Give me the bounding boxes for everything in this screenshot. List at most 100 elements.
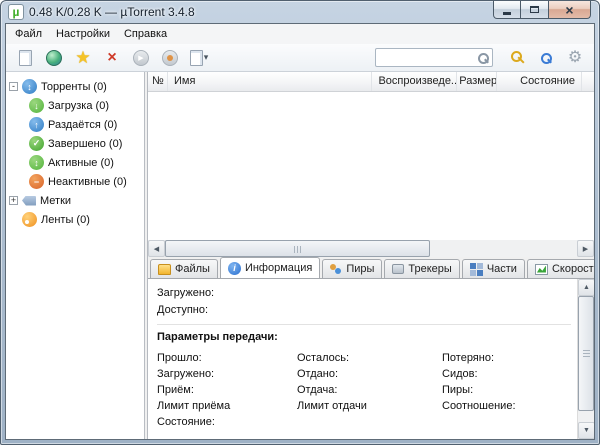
sidebar-item-seeding[interactable]: ↑ Раздаётся (0): [6, 115, 144, 134]
sidebar-item-torrents[interactable]: - ↕ Торренты (0): [6, 77, 144, 96]
torrent-pane: № Имя Воспроизведе... Размер Состояние ◀…: [147, 72, 594, 439]
scroll-left-icon[interactable]: ◀: [148, 240, 165, 257]
star-icon: ★: [75, 49, 90, 66]
horizontal-scrollbar[interactable]: ◀ ▶: [148, 240, 594, 257]
tab-trackers[interactable]: Трекеры: [384, 259, 459, 278]
column-playback[interactable]: Воспроизведе...: [372, 72, 457, 91]
search-input[interactable]: [376, 52, 477, 64]
peers-label: Пиры:: [442, 384, 571, 397]
key-icon: [510, 50, 525, 65]
tab-pieces[interactable]: Части: [462, 259, 525, 278]
minimize-button[interactable]: [493, 1, 521, 19]
peers-icon: [330, 264, 336, 270]
settings-button[interactable]: ⚙: [562, 46, 588, 70]
close-button[interactable]: ×: [549, 1, 591, 19]
info-icon: i: [228, 262, 241, 275]
sidebar-item-labels[interactable]: + Метки: [6, 191, 144, 210]
sidebar-item-feeds[interactable]: Ленты (0): [6, 210, 144, 229]
tab-label: Информация: [245, 262, 312, 274]
tab-label: Файлы: [175, 263, 210, 275]
expand-expander[interactable]: +: [9, 196, 18, 205]
completed-icon: ✓: [29, 136, 44, 151]
search-box: [375, 48, 493, 67]
add-torrent-button[interactable]: [12, 46, 38, 70]
wasted-label: Потеряно:: [442, 352, 571, 365]
dropdown-arrow-icon: ▾: [204, 52, 209, 63]
downloaded-label: Загружено:: [157, 287, 571, 304]
vertical-scrollbar[interactable]: ▲ ▼: [577, 279, 594, 439]
add-link-button[interactable]: [41, 46, 67, 70]
window-controls: ×: [493, 1, 591, 19]
tab-files[interactable]: Файлы: [150, 259, 218, 278]
collapse-expander[interactable]: -: [9, 82, 18, 91]
main-area: - ↕ Торренты (0) ↓ Загрузка (0) ↑ Раздаё…: [6, 72, 594, 439]
pieces-icon: [470, 263, 476, 269]
scroll-right-icon[interactable]: ▶: [577, 240, 594, 257]
close-icon: ×: [565, 2, 573, 18]
sidebar-item-label: Завершено (0): [48, 138, 122, 150]
sidebar-item-active[interactable]: ↕ Активные (0): [6, 153, 144, 172]
globe-icon: [46, 50, 62, 66]
sidebar-item-downloading[interactable]: ↓ Загрузка (0): [6, 96, 144, 115]
menu-file[interactable]: Файл: [8, 25, 49, 43]
uploaded-label: Отдано:: [297, 368, 442, 381]
status-label: Состояние:: [157, 416, 297, 429]
elapsed-label: Прошло:: [157, 352, 297, 365]
column-number[interactable]: №: [148, 72, 168, 91]
torrent-list-empty[interactable]: [148, 92, 594, 240]
column-size[interactable]: Размер: [457, 72, 497, 91]
upload-speed-label: Отдача:: [297, 384, 442, 397]
start-icon: ▶: [133, 50, 149, 66]
torrent-list-header: № Имя Воспроизведе... Размер Состояние: [148, 72, 594, 92]
available-label: Доступно:: [157, 304, 571, 321]
transfer-grid: Прошло: Осталось: Потеряно: Загружено: О…: [157, 352, 571, 429]
column-filler: [582, 72, 594, 91]
remove-button[interactable]: ×: [99, 46, 125, 70]
star-button[interactable]: ★: [70, 46, 96, 70]
column-name[interactable]: Имя: [168, 72, 373, 91]
utorrent-logo-icon: µ: [8, 4, 24, 20]
trackers-icon: [392, 264, 404, 274]
download-limit-label: Лимит приёма: [157, 400, 297, 413]
tab-information[interactable]: i Информация: [220, 257, 320, 278]
pause-button[interactable]: [157, 46, 183, 70]
download-icon: ↓: [29, 98, 44, 113]
toolbar: ★ × ▶ ▾ ⚙: [6, 44, 594, 72]
sidebar-item-completed[interactable]: ✓ Завершено (0): [6, 134, 144, 153]
empty-cell: [442, 416, 571, 429]
category-sidebar: - ↕ Торренты (0) ↓ Загрузка (0) ↑ Раздаё…: [6, 72, 145, 439]
search-icon[interactable]: [477, 52, 489, 64]
new-document-icon: [190, 50, 203, 66]
sidebar-item-label: Активные (0): [48, 157, 114, 169]
vertical-scroll-thumb[interactable]: [578, 296, 594, 411]
information-panel: Загружено: Доступно: Параметры передачи:…: [148, 278, 594, 439]
minimize-icon: [503, 12, 511, 15]
active-icon: ↕: [29, 155, 44, 170]
scroll-down-icon[interactable]: ▼: [578, 422, 595, 439]
sidebar-item-inactive[interactable]: − Неактивные (0): [6, 172, 144, 191]
maximize-button[interactable]: [521, 1, 549, 19]
create-torrent-button[interactable]: ▾: [186, 46, 212, 70]
sidebar-item-label: Торренты (0): [41, 81, 107, 93]
information-content: Загружено: Доступно: Параметры передачи:…: [148, 279, 577, 439]
sidebar-item-label: Неактивные (0): [48, 176, 127, 188]
window-title: 0.48 K/0.28 K — µTorrent 3.4.8: [29, 5, 195, 19]
tab-peers[interactable]: Пиры: [322, 259, 382, 278]
find-button[interactable]: [533, 46, 559, 70]
remote-key-button[interactable]: [504, 46, 530, 70]
titlebar[interactable]: µ 0.48 K/0.28 K — µTorrent 3.4.8 ×: [1, 1, 599, 23]
menubar: Файл Настройки Справка: [6, 24, 594, 44]
scroll-up-icon[interactable]: ▲: [578, 279, 595, 296]
column-status[interactable]: Состояние: [497, 72, 582, 91]
horizontal-scroll-thumb[interactable]: [165, 240, 430, 257]
remaining-label: Осталось:: [297, 352, 442, 365]
menu-settings[interactable]: Настройки: [49, 25, 117, 43]
magnifier-icon: [540, 52, 552, 64]
pause-icon: [162, 50, 178, 66]
menu-help[interactable]: Справка: [117, 25, 174, 43]
start-button[interactable]: ▶: [128, 46, 154, 70]
tab-speed[interactable]: Скорость: [527, 259, 594, 278]
sidebar-item-label: Ленты (0): [41, 214, 90, 226]
tab-label: Скорость: [552, 263, 594, 275]
label-tag-icon: [22, 196, 36, 206]
